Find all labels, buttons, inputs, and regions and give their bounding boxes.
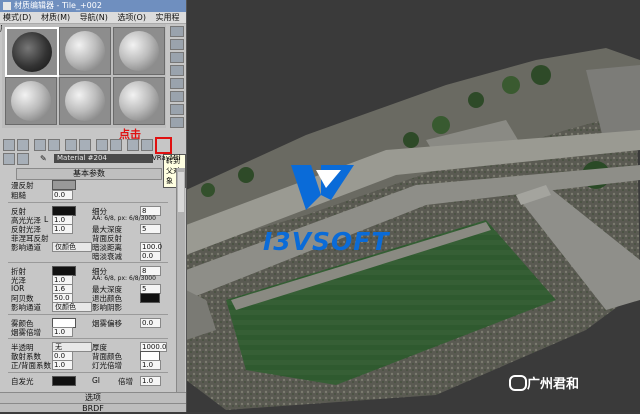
title-bar[interactable]: 材质编辑器 - Tile_+002 [0, 0, 186, 12]
gi-checkbox[interactable]: GI [92, 376, 100, 385]
app-icon [3, 2, 11, 10]
material-name-row: ✎ Material #204 VRayMtl [2, 154, 182, 165]
reflect-depth-input[interactable]: 5 [140, 224, 161, 234]
unique-icon[interactable] [78, 139, 91, 151]
light-mult-input[interactable]: 1.0 [140, 360, 161, 370]
refract-interp-dropdown[interactable]: 仅颜色 [52, 302, 92, 312]
fog-bias-label: 烟雾偏移 [92, 319, 122, 328]
reflect-interp-label: 影响通道 [11, 243, 41, 252]
material-slot-2[interactable] [59, 27, 111, 75]
self-illum-mult-label: 倍增 [118, 377, 133, 386]
rough-input[interactable]: 0.0 [52, 190, 73, 200]
options-icon[interactable] [170, 104, 184, 115]
refract-interp-label: 影响通道 [11, 303, 41, 312]
window-title: 材质编辑器 - Tile_+002 [14, 1, 102, 10]
sphere-preview [65, 31, 105, 71]
city-scene [186, 48, 640, 410]
rough-label: 粗糙 [11, 191, 26, 200]
assign-material-icon[interactable] [33, 139, 46, 151]
self-illum-label: 自发光 [11, 377, 34, 386]
wechat-icon [509, 375, 527, 391]
fog-mult-label: 烟雾倍增 [11, 328, 41, 337]
sphere-preview [12, 32, 52, 72]
sample-type-icon[interactable] [170, 26, 184, 37]
preview-icon[interactable] [170, 91, 184, 102]
side-toolbar [168, 24, 184, 128]
menu-options[interactable]: 选项(O) [114, 13, 146, 22]
sphere-preview [65, 81, 105, 121]
gloss-lock-button[interactable]: L [44, 215, 48, 224]
logo-text: I3VSOFT [263, 227, 390, 256]
material-slot-5[interactable] [59, 77, 111, 125]
scroll-thumb[interactable] [178, 172, 184, 212]
menu-material[interactable]: 材质(M) [38, 13, 70, 22]
fb-coeff-input[interactable]: 1.0 [52, 360, 73, 370]
brdf-rollout[interactable]: BRDF [0, 403, 186, 414]
material-slot-1[interactable] [5, 27, 59, 77]
reflect-interp-dropdown[interactable]: 仅颜色 [52, 242, 92, 252]
parameters: 漫反射 粗糙 0.0 反射 细分 8 高光光泽 L 1.0 AA: 6/8, p… [8, 180, 168, 398]
menu-bar: 模式(D) 材质(M) 导航(N) 选项(O) 实用程序(U) [0, 12, 186, 33]
library-icon[interactable] [95, 139, 108, 151]
material-editor-panel: 材质编辑器 - Tile_+002 模式(D) 材质(M) 导航(N) 选项(O… [0, 0, 187, 414]
diffuse-swatch[interactable] [52, 180, 76, 190]
logo-mark [291, 165, 354, 210]
reflect-afc-label: AA: 6/8, px: 6/8/3000 [92, 215, 156, 222]
material-slots [2, 24, 166, 128]
put-to-scene-icon[interactable] [17, 139, 29, 151]
rollout-header[interactable]: 基本参数 [16, 168, 162, 180]
sphere-preview [119, 81, 159, 121]
menu-navigation[interactable]: 导航(N) [77, 13, 108, 22]
material-slot-4[interactable] [5, 77, 57, 125]
get-material-icon[interactable] [3, 139, 15, 151]
menu-mode[interactable]: 模式(D) [0, 13, 31, 22]
fog-mult-input[interactable]: 1.0 [52, 327, 73, 337]
exit-color-swatch[interactable] [140, 293, 160, 303]
options-rollout[interactable]: 选项 [0, 392, 186, 403]
self-illum-mult-input[interactable]: 1.0 [140, 376, 161, 386]
select-by-material-icon[interactable] [170, 117, 184, 128]
show-result-icon[interactable] [140, 139, 153, 151]
dim-falloff-input[interactable]: 0.0 [140, 251, 161, 261]
fb-coeff-label: 正/背面系数 [11, 361, 52, 370]
sphere-preview [119, 31, 159, 71]
refl-gloss-input[interactable]: 1.0 [52, 224, 73, 234]
reset-icon[interactable] [47, 139, 60, 151]
highlight-box [155, 137, 172, 154]
light-mult-label: 灯光倍增 [92, 361, 122, 370]
viewport[interactable] [186, 0, 640, 412]
scrollbar[interactable] [176, 168, 185, 392]
eyedropper-icon[interactable]: ✎ [40, 154, 47, 163]
material-id-icon[interactable] [109, 139, 122, 151]
refract-afc-label: AA: 6/8, px: 6/8/3000 [92, 275, 156, 282]
uv-tiling-icon[interactable] [170, 65, 184, 76]
ior-label: IOR [11, 284, 25, 293]
watermark: 广州君和 [527, 377, 580, 392]
rollout-footer: 选项 BRDF [0, 392, 186, 414]
fog-bias-input[interactable]: 0.0 [140, 318, 161, 328]
dim-falloff-label: 暗淡衰减 [92, 252, 122, 261]
bottom-toolbar [2, 138, 168, 165]
affect-shadows-label[interactable]: 影响阴影 [92, 302, 122, 313]
material-name-field[interactable]: Material #204 [54, 154, 153, 163]
show-map-icon[interactable] [126, 139, 139, 151]
backlight-icon[interactable] [170, 39, 184, 50]
video-check-icon[interactable] [170, 78, 184, 89]
material-slot-6[interactable] [113, 77, 165, 125]
material-slot-3[interactable] [113, 27, 165, 75]
self-illum-swatch[interactable] [52, 376, 76, 386]
sphere-preview [11, 81, 51, 121]
material-type-button[interactable]: VRayMtl [152, 154, 181, 162]
background-icon[interactable] [170, 52, 184, 63]
copy-icon[interactable] [64, 139, 77, 151]
